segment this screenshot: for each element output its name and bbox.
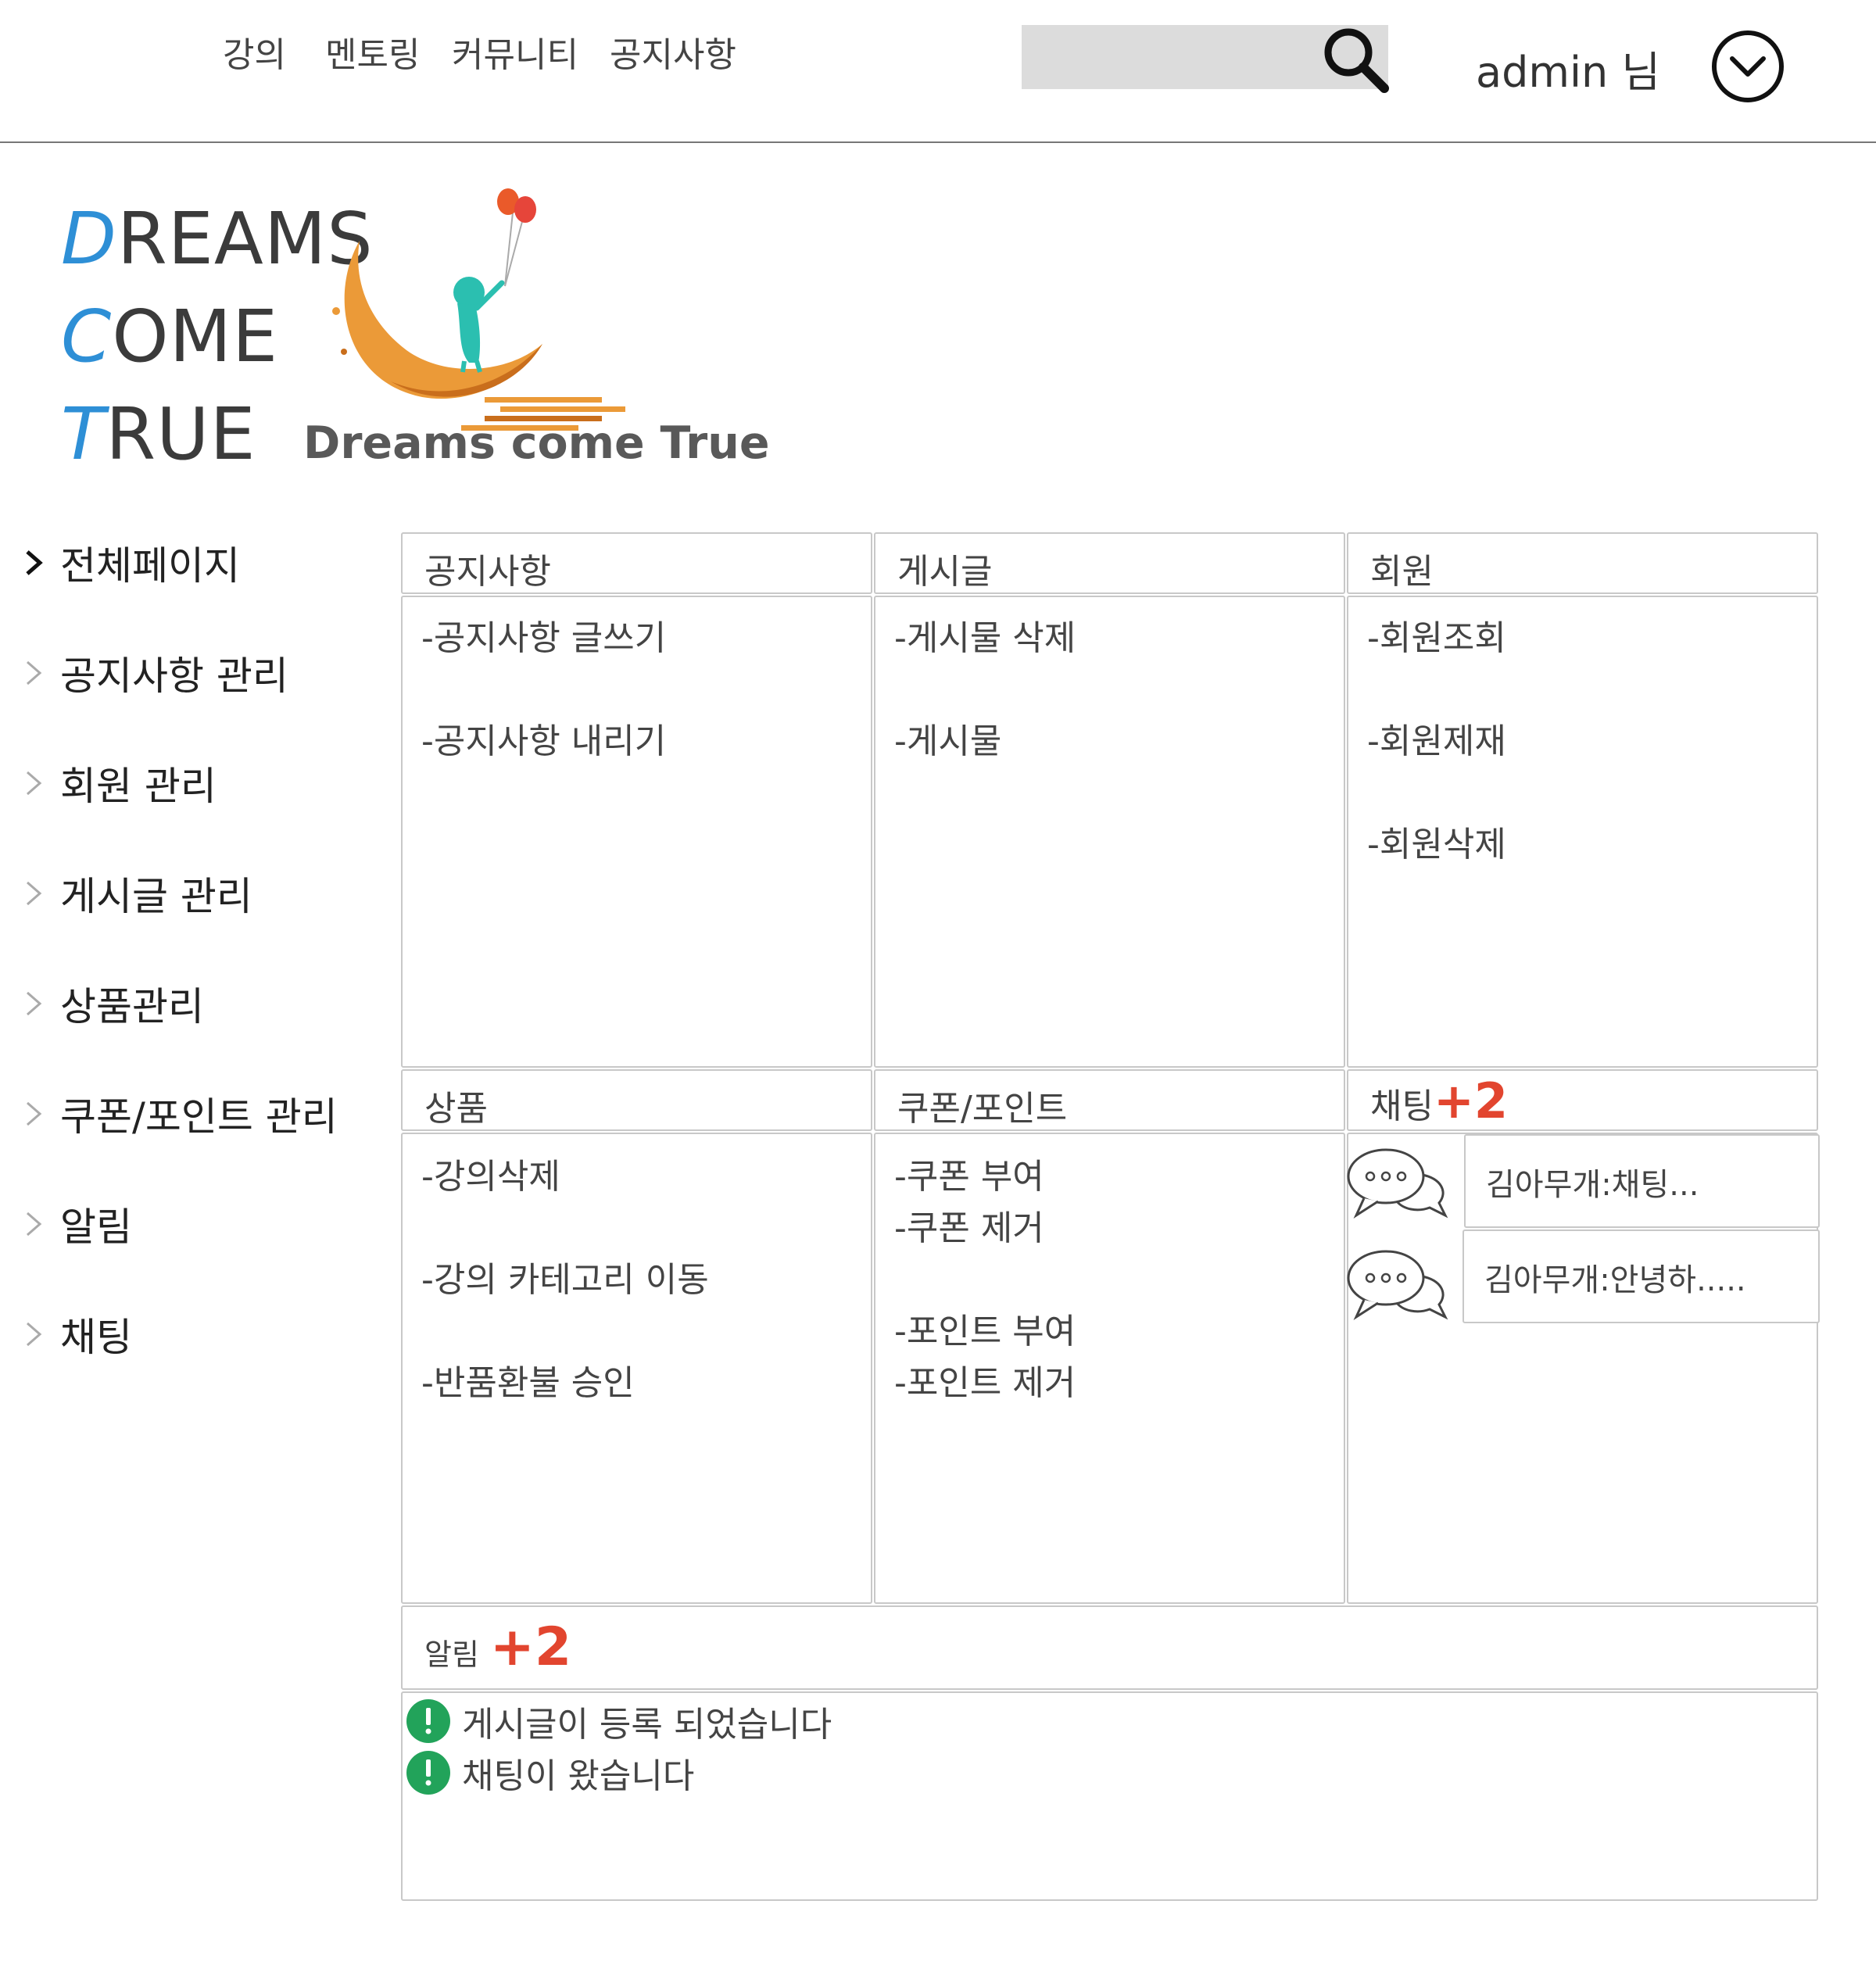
sidebar-item-label: 공지사항 관리 xyxy=(60,653,288,699)
nav-link-lecture[interactable]: 강의 xyxy=(223,27,286,77)
lecture-delete-link[interactable]: -강의삭제 xyxy=(421,1148,560,1198)
chevron-right-icon xyxy=(27,1101,42,1126)
sidebar-item-label: 쿠폰/포인트 관리 xyxy=(60,1094,338,1140)
chat-message-text: 김아무개:채팅... xyxy=(1486,1167,1699,1203)
panel-members-body: -회원조회 -회원제재 -회원삭제 xyxy=(1347,596,1818,1068)
chevron-down-circle-icon[interactable] xyxy=(1710,29,1785,104)
panel-title: 상품 xyxy=(424,1089,488,1129)
chat-message-text: 김아무개:안녕하..... xyxy=(1484,1262,1746,1298)
notice-write-link[interactable]: -공지사항 글쓰기 xyxy=(421,610,666,660)
panel-products-body: -강의삭제 -강의 카테고리 이동 -반품환불 승인 xyxy=(401,1133,872,1604)
sidebar-item-coupon-point-management[interactable]: 쿠폰/포인트 관리 xyxy=(20,1086,338,1142)
top-navigation-bar: 강의 멘토링 커뮤니티 공지사항 admin 님 xyxy=(0,0,1876,143)
sidebar-item-alerts[interactable]: 알림 xyxy=(20,1196,132,1252)
exclamation-circle-icon xyxy=(406,1751,450,1795)
panel-coupons-header: 쿠폰/포인트 xyxy=(874,1069,1345,1131)
panel-alerts-body: 게시글이 등록 되었습니다 채팅이 왔습니다 xyxy=(401,1691,1818,1901)
refund-approve-link[interactable]: -반품환불 승인 xyxy=(421,1355,635,1405)
sidebar-item-member-management[interactable]: 회원 관리 xyxy=(20,755,217,811)
member-sanction-link[interactable]: -회원제재 xyxy=(1367,713,1506,763)
chat-bubbles-icon xyxy=(1347,1250,1448,1321)
panel-members-header: 회원 xyxy=(1347,532,1818,594)
point-grant-link[interactable]: -포인트 부여 xyxy=(894,1303,1076,1353)
sidebar-item-product-management[interactable]: 상품관리 xyxy=(20,975,204,1032)
point-remove-link[interactable]: -포인트 제거 xyxy=(894,1355,1076,1405)
chevron-right-icon xyxy=(27,1322,42,1347)
panel-title: 알림 +2 xyxy=(424,1616,572,1678)
panel-title: 회원 xyxy=(1370,552,1434,592)
panel-coupons-body: -쿠폰 부여 -쿠폰 제거 -포인트 부여 -포인트 제거 xyxy=(874,1133,1345,1604)
panel-posts-body: -게시물 삭제 -게시물 xyxy=(874,596,1345,1068)
sidebar-item-label: 채팅 xyxy=(60,1315,132,1360)
member-search-link[interactable]: -회원조회 xyxy=(1367,610,1506,660)
panel-posts-header: 게시글 xyxy=(874,532,1345,594)
chat-bubbles-icon xyxy=(1347,1148,1448,1219)
post-delete-link[interactable]: -게시물 삭제 xyxy=(894,610,1076,660)
chevron-right-icon xyxy=(27,1212,42,1237)
alert-text: 게시글이 등록 되었습니다 xyxy=(462,1705,832,1745)
panel-notice-header: 공지사항 xyxy=(401,532,872,594)
panel-title: 쿠폰/포인트 xyxy=(897,1089,1068,1129)
chevron-right-icon xyxy=(27,991,42,1016)
panel-products-header: 상품 xyxy=(401,1069,872,1131)
panel-chat-body: 김아무개:채팅... 김아무개:안녕하..... xyxy=(1347,1133,1820,1604)
sidebar-item-label: 상품관리 xyxy=(60,984,204,1029)
sidebar-item-notice-management[interactable]: 공지사항 관리 xyxy=(20,645,288,701)
sidebar-item-label: 전체페이지 xyxy=(60,543,240,589)
exclamation-circle-icon xyxy=(406,1699,450,1743)
notice-remove-link[interactable]: -공지사항 내리기 xyxy=(421,713,666,763)
panel-chat-header: 채팅+2 xyxy=(1347,1069,1818,1131)
sidebar-item-label: 회원 관리 xyxy=(60,764,217,809)
chat-count-badge: +2 xyxy=(1433,1072,1509,1129)
logo-word-true: TRUE xyxy=(61,392,256,476)
panel-title: 게시글 xyxy=(897,552,993,592)
coupon-remove-link[interactable]: -쿠폰 제거 xyxy=(894,1200,1044,1250)
panel-title: 공지사항 xyxy=(424,552,551,592)
sidebar-item-all-pages[interactable]: 전체페이지 xyxy=(20,535,240,591)
chat-message-item[interactable]: 김아무개:채팅... xyxy=(1464,1134,1820,1228)
alert-text: 채팅이 왔습니다 xyxy=(462,1756,695,1796)
chat-message-item[interactable]: 김아무개:안녕하..... xyxy=(1462,1229,1820,1323)
chevron-right-icon xyxy=(27,771,42,796)
user-name-label: admin 님 xyxy=(1476,48,1661,97)
member-delete-link[interactable]: -회원삭제 xyxy=(1367,816,1506,866)
sidebar-item-post-management[interactable]: 게시글 관리 xyxy=(20,865,252,922)
nav-link-mentoring[interactable]: 멘토링 xyxy=(325,27,420,77)
nav-link-notice[interactable]: 공지사항 xyxy=(610,27,736,77)
alert-item[interactable]: 채팅이 왔습니다 xyxy=(406,1748,694,1798)
sidebar-item-chat[interactable]: 채팅 xyxy=(20,1306,132,1362)
lecture-category-move-link[interactable]: -강의 카테고리 이동 xyxy=(421,1251,709,1301)
chevron-right-icon xyxy=(27,660,42,685)
sidebar-item-label: 게시글 관리 xyxy=(60,874,252,919)
chevron-right-icon xyxy=(26,550,43,575)
sidebar-item-label: 알림 xyxy=(60,1204,132,1250)
chevron-right-icon xyxy=(27,881,42,906)
panel-alerts-header: 알림 +2 xyxy=(401,1605,1818,1690)
nav-link-community[interactable]: 커뮤니티 xyxy=(452,27,578,77)
coupon-grant-link[interactable]: -쿠폰 부여 xyxy=(894,1148,1044,1198)
panel-notice-body: -공지사항 글쓰기 -공지사항 내리기 xyxy=(401,596,872,1068)
alert-count-badge: +2 xyxy=(489,1616,572,1678)
panel-title: 채팅+2 xyxy=(1370,1072,1509,1129)
search-icon[interactable] xyxy=(1317,21,1392,96)
post-link[interactable]: -게시물 xyxy=(894,713,1001,763)
logo-tagline: Dreams come True xyxy=(303,417,770,469)
alert-item[interactable]: 게시글이 등록 되었습니다 xyxy=(406,1696,832,1746)
logo-word-come: COME xyxy=(61,295,279,378)
